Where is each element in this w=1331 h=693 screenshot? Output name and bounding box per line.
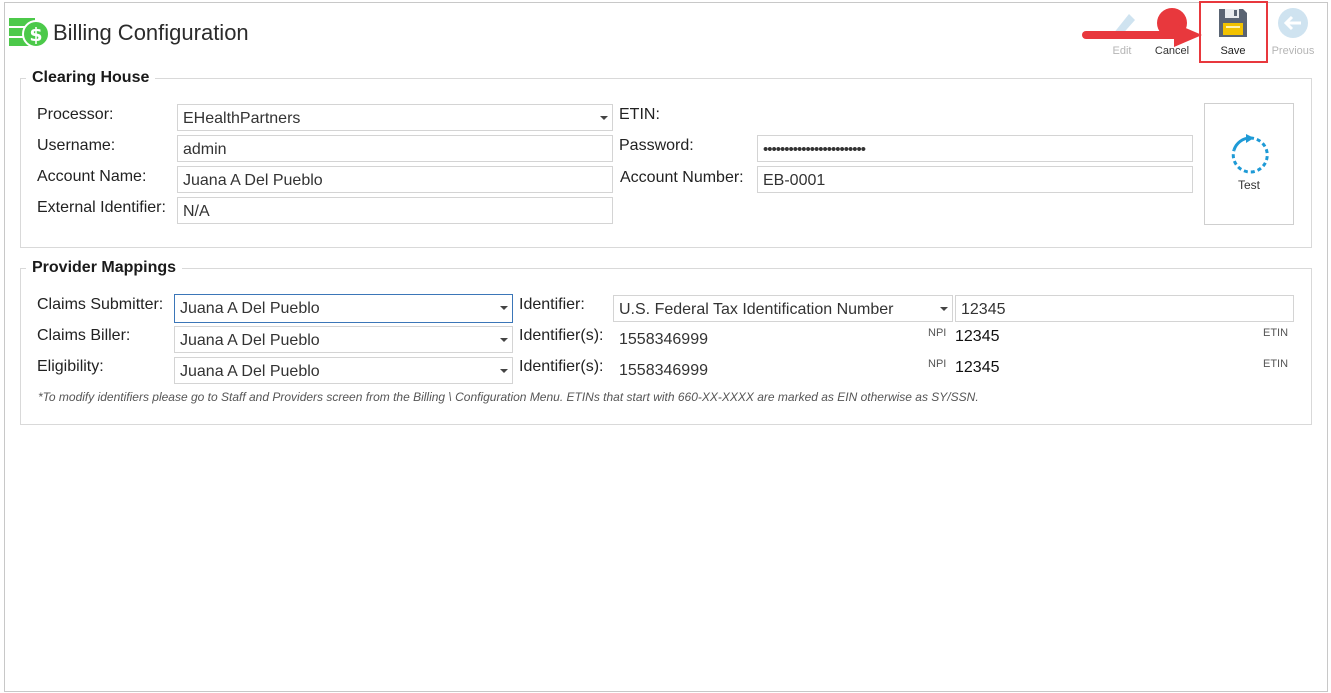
svg-text:$: $	[29, 24, 42, 46]
identifier-label: Identifier:	[519, 296, 585, 313]
chevron-down-icon	[600, 116, 608, 120]
account-number-label: Account Number:	[620, 169, 744, 186]
claims-biller-label: Claims Biller:	[37, 327, 131, 344]
claims-submitter-select[interactable]: Juana A Del Pueblo	[174, 294, 513, 323]
eligibility-npi-tag: NPI	[928, 358, 947, 370]
refresh-icon	[1231, 134, 1269, 174]
annotation-arrow	[1080, 22, 1204, 48]
account-name-label: Account Name:	[37, 168, 147, 185]
password-field[interactable]: ••••••••••••••••••••••••	[757, 135, 1193, 162]
chevron-down-icon	[940, 307, 948, 311]
identifier-type-select[interactable]: U.S. Federal Tax Identification Number	[613, 295, 953, 322]
processor-select[interactable]: EHealthPartners	[177, 104, 613, 131]
clearing-house-title: Clearing House	[26, 69, 156, 87]
save-icon	[1219, 9, 1247, 37]
external-identifier-field[interactable]: N/A	[177, 197, 613, 224]
money-icon: $	[8, 14, 50, 52]
save-button[interactable]: Save	[1208, 4, 1258, 60]
previous-icon	[1278, 8, 1308, 38]
claims-submitter-label: Claims Submitter:	[37, 296, 164, 313]
account-number-field[interactable]: EB-0001	[757, 166, 1193, 193]
test-button[interactable]: Test	[1204, 103, 1294, 225]
eligibility-select[interactable]: Juana A Del Pueblo	[174, 357, 513, 384]
eligibility-etin-tag: ETIN	[1263, 358, 1289, 370]
username-field[interactable]: admin	[177, 135, 613, 162]
processor-label: Processor:	[37, 106, 114, 123]
username-label: Username:	[37, 137, 116, 154]
eligibility-npi-value: 1558346999	[619, 362, 708, 379]
account-name-field[interactable]: Juana A Del Pueblo	[177, 166, 613, 193]
biller-etin-value: 12345	[955, 328, 1000, 345]
eligibility-etin-value: 12345	[955, 359, 1000, 376]
eligibility-identifiers-label: Identifier(s):	[519, 358, 604, 375]
biller-identifiers-label: Identifier(s):	[519, 327, 604, 344]
identifiers-note: *To modify identifiers please go to Staf…	[38, 390, 979, 404]
chevron-down-icon	[500, 306, 508, 310]
etin-label: ETIN:	[619, 106, 660, 123]
password-label: Password:	[619, 137, 694, 154]
chevron-down-icon	[500, 338, 508, 342]
page-title: Billing Configuration	[53, 20, 249, 45]
biller-npi-tag: NPI	[928, 327, 947, 339]
previous-button[interactable]: Previous	[1268, 4, 1318, 60]
provider-mappings-title: Provider Mappings	[26, 259, 183, 277]
chevron-down-icon	[500, 369, 508, 373]
external-identifier-label: External Identifier:	[37, 199, 166, 216]
eligibility-label: Eligibility:	[37, 358, 104, 375]
identifier-field[interactable]: 12345	[955, 295, 1294, 322]
claims-biller-select[interactable]: Juana A Del Pueblo	[174, 326, 513, 353]
biller-etin-tag: ETIN	[1263, 327, 1289, 339]
biller-npi-value: 1558346999	[619, 331, 708, 348]
